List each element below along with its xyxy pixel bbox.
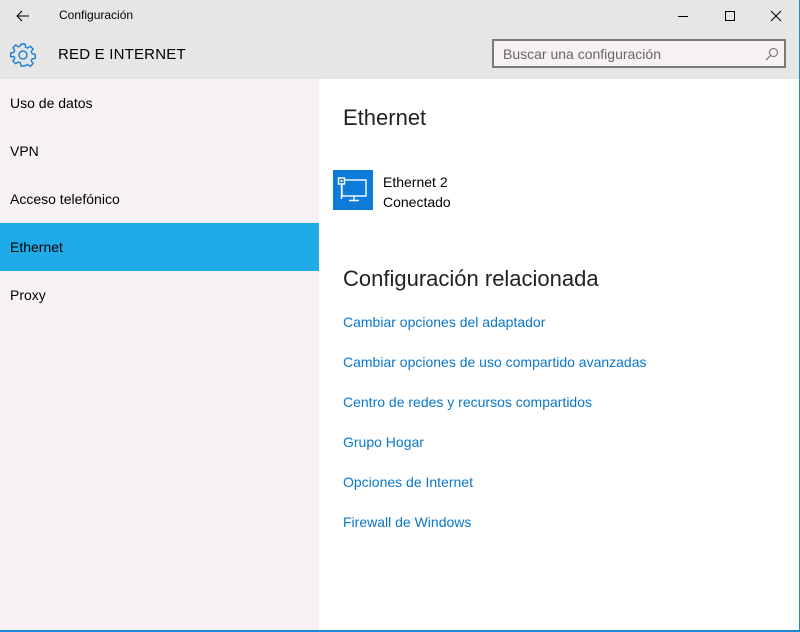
search-icon[interactable]: [760, 42, 784, 66]
sidebar-item-label: Acceso telefónico: [10, 191, 120, 207]
main-content: Ethernet Ethernet 2 Conectado Configurac…: [319, 79, 799, 630]
minimize-button[interactable]: [660, 0, 706, 31]
close-icon: [770, 10, 782, 21]
link-centro-de-redes[interactable]: Centro de redes y recursos compartidos: [343, 393, 647, 433]
sidebar: Uso de datos VPN Acceso telefónico Ether…: [0, 79, 319, 630]
ethernet-monitor-icon: [333, 170, 373, 210]
link-firewall-de-windows[interactable]: Firewall de Windows: [343, 513, 647, 553]
related-settings-heading: Configuración relacionada: [343, 266, 599, 291]
back-button[interactable]: [0, 0, 46, 31]
sidebar-item-ethernet[interactable]: Ethernet: [0, 223, 319, 271]
settings-window: Configuración RED E INTERNET Buscar una …: [0, 0, 800, 632]
sidebar-item-uso-de-datos[interactable]: Uso de datos: [0, 79, 319, 127]
search-box[interactable]: [492, 39, 786, 68]
close-button[interactable]: [753, 0, 799, 31]
maximize-button[interactable]: [707, 0, 753, 31]
window-title: Configuración: [59, 8, 134, 22]
gear-icon: [10, 43, 36, 68]
sidebar-item-label: VPN: [10, 143, 39, 159]
search-input[interactable]: [494, 44, 760, 63]
section-title: RED E INTERNET: [58, 46, 186, 63]
device-name: Ethernet 2: [383, 174, 448, 190]
link-opciones-de-internet[interactable]: Opciones de Internet: [343, 473, 647, 513]
ethernet-device-item[interactable]: Ethernet 2 Conectado: [333, 170, 451, 212]
minimize-icon: [678, 15, 688, 17]
related-links-list: Cambiar opciones del adaptador Cambiar o…: [343, 313, 647, 553]
page-title: Ethernet: [343, 105, 427, 130]
maximize-icon: [725, 10, 735, 21]
back-arrow-icon: [16, 10, 29, 21]
link-grupo-hogar[interactable]: Grupo Hogar: [343, 433, 647, 473]
settings-header: RED E INTERNET: [0, 31, 799, 79]
sidebar-item-acceso-telefonico[interactable]: Acceso telefónico: [0, 175, 319, 223]
sidebar-item-label: Uso de datos: [10, 95, 93, 111]
link-cambiar-opciones-adaptador[interactable]: Cambiar opciones del adaptador: [343, 313, 647, 353]
title-bar: Configuración: [0, 0, 799, 31]
sidebar-item-vpn[interactable]: VPN: [0, 127, 319, 175]
link-uso-compartido-avanzadas[interactable]: Cambiar opciones de uso compartido avanz…: [343, 353, 647, 393]
sidebar-item-label: Ethernet: [10, 239, 63, 255]
sidebar-item-proxy[interactable]: Proxy: [0, 271, 319, 319]
device-status: Conectado: [383, 194, 451, 210]
sidebar-item-label: Proxy: [10, 287, 46, 303]
